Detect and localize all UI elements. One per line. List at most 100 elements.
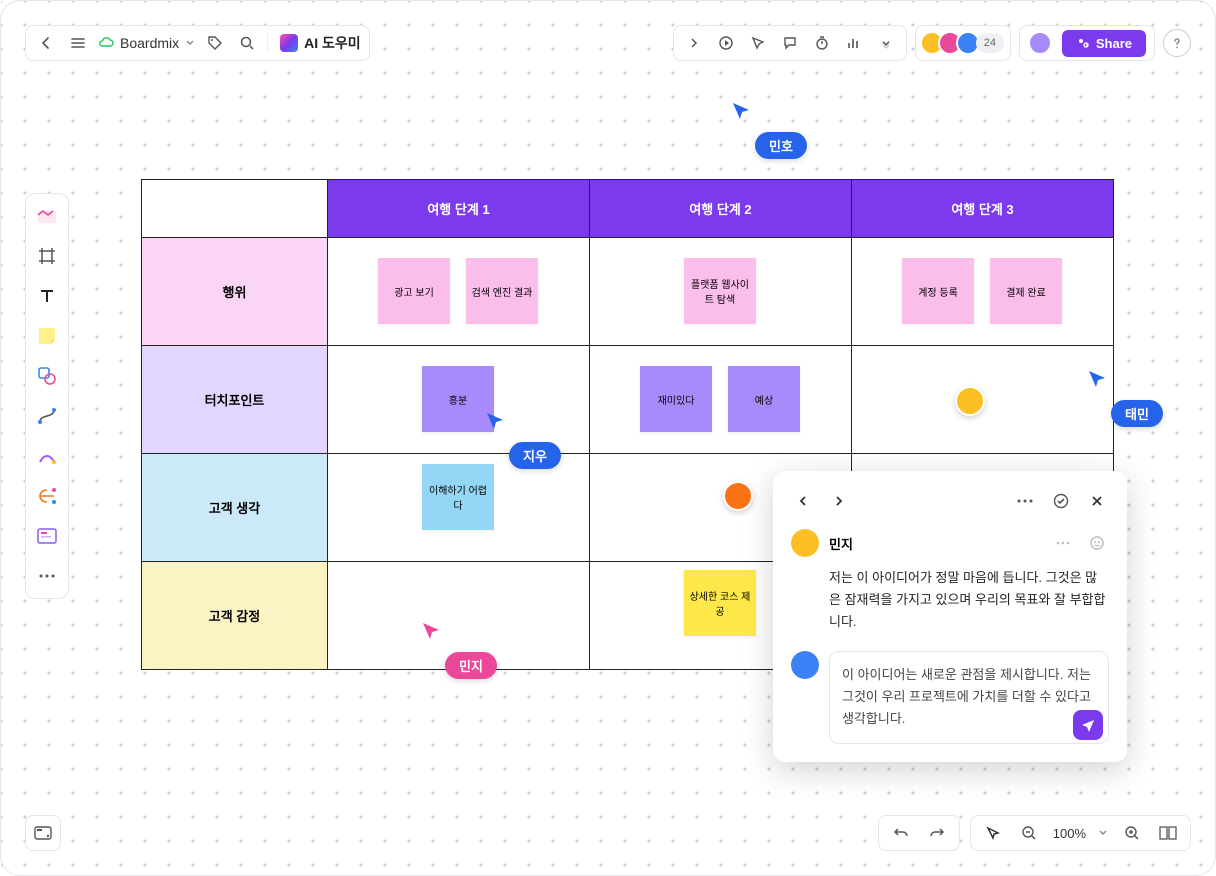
- connector-tool[interactable]: [33, 402, 61, 430]
- comment-prev-button[interactable]: [791, 489, 815, 513]
- sticky-note[interactable]: 플랫폼 웹사이트 탐색: [684, 258, 756, 324]
- reply-author-avatar: [791, 651, 819, 679]
- current-user-avatar[interactable]: [1028, 31, 1052, 55]
- pointer-mode-button[interactable]: [981, 821, 1005, 845]
- top-center-group: [673, 25, 907, 61]
- collaborator-avatar[interactable]: [955, 386, 985, 416]
- chart-button[interactable]: [842, 31, 866, 55]
- sticky-note[interactable]: 흥분: [422, 366, 494, 432]
- top-left-group: Boardmix AI 도우미: [25, 25, 370, 61]
- cursor-tool-button[interactable]: [746, 31, 770, 55]
- help-button[interactable]: [1163, 29, 1191, 57]
- expand-right-button[interactable]: [682, 31, 706, 55]
- search-button[interactable]: [235, 31, 259, 55]
- comment-header: [791, 489, 1109, 513]
- timer-button[interactable]: [810, 31, 834, 55]
- comment-item-more-button[interactable]: [1051, 531, 1075, 555]
- templates-tool[interactable]: [33, 202, 61, 230]
- cursor-label: 태민: [1111, 400, 1163, 427]
- brand-selector[interactable]: Boardmix: [98, 35, 195, 51]
- play-button[interactable]: [714, 31, 738, 55]
- more-tool[interactable]: [33, 562, 61, 590]
- sticky-note[interactable]: 재미있다: [640, 366, 712, 432]
- collaborator-cursor-jiwoo: 지우: [485, 411, 561, 469]
- comment-resolve-button[interactable]: [1049, 489, 1073, 513]
- comment-panel: 민지 저는 이 아이디어가 정말 마음에 듭니다. 그것은 많은 잠재력을 가지…: [773, 471, 1127, 762]
- sticky-note[interactable]: 광고 보기: [378, 258, 450, 324]
- comment-author-avatar: [791, 529, 819, 557]
- table-cell[interactable]: 계정 등록결제 완료: [852, 238, 1114, 346]
- collaborator-cursor-taemin: 태민: [1087, 369, 1163, 427]
- sticky-note[interactable]: 이해하기 어렵다: [422, 464, 494, 530]
- sticky-note[interactable]: 예상: [728, 366, 800, 432]
- cloud-icon: [98, 35, 114, 51]
- table-cell[interactable]: 플랫폼 웹사이트 탐색: [590, 238, 852, 346]
- column-header: 여행 단계 3: [852, 180, 1114, 238]
- column-header: 여행 단계 1: [328, 180, 590, 238]
- ai-logo-icon: [280, 34, 298, 52]
- tag-button[interactable]: [203, 31, 227, 55]
- sticky-note[interactable]: 결제 완료: [990, 258, 1062, 324]
- bottom-toolbar: 100%: [878, 815, 1191, 851]
- comment-send-button[interactable]: [1073, 710, 1103, 740]
- share-button[interactable]: Share: [1062, 30, 1146, 57]
- pen-tool[interactable]: [33, 442, 61, 470]
- comment-button[interactable]: [778, 31, 802, 55]
- collaborator-cursor-minho: 민호: [731, 101, 807, 159]
- frame-tool[interactable]: [33, 242, 61, 270]
- comment-next-button[interactable]: [827, 489, 851, 513]
- zoom-out-button[interactable]: [1017, 821, 1041, 845]
- comment-body-text: 저는 이 아이디어가 정말 마음에 듭니다. 그것은 많은 잠재력을 가지고 있…: [829, 567, 1109, 633]
- avatar-stack[interactable]: 24: [926, 31, 1004, 55]
- collaborator-cursor-minji: 민지: [421, 621, 497, 679]
- table-cell[interactable]: 재미있다예상: [590, 346, 852, 454]
- sticky-note[interactable]: 계정 등록: [902, 258, 974, 324]
- sticky-note[interactable]: 상세한 코스 제공: [684, 570, 756, 636]
- mindmap-tool[interactable]: [33, 482, 61, 510]
- minimap-button[interactable]: [1156, 821, 1180, 845]
- left-toolbar: [25, 193, 69, 599]
- table-corner-cell: [142, 180, 328, 238]
- row-header: 고객 감정: [142, 562, 328, 670]
- column-header: 여행 단계 2: [590, 180, 852, 238]
- undo-button[interactable]: [889, 821, 913, 845]
- top-toolbar: Boardmix AI 도우미 24: [25, 25, 1191, 61]
- ai-helper-button[interactable]: AI 도우미: [267, 33, 361, 53]
- brand-name: Boardmix: [120, 35, 179, 51]
- zoom-level[interactable]: 100%: [1053, 826, 1086, 841]
- share-group: Share: [1019, 25, 1155, 61]
- comment-close-button[interactable]: [1085, 489, 1109, 513]
- collaborators-group: 24: [915, 25, 1011, 61]
- table-cell[interactable]: 광고 보기검색 엔진 결과: [328, 238, 590, 346]
- chevron-down-icon: [1098, 828, 1108, 838]
- comment-reply-input[interactable]: 이 아이디어는 새로운 관점을 제시합니다. 저는 그것이 우리 프로젝트에 가…: [829, 651, 1109, 743]
- cursor-label: 민지: [445, 652, 497, 679]
- share-icon: [1076, 36, 1090, 50]
- more-tools-button[interactable]: [874, 31, 898, 55]
- back-button[interactable]: [34, 31, 58, 55]
- sticky-note[interactable]: 검색 엔진 결과: [466, 258, 538, 324]
- avatar-count-badge: 24: [976, 33, 1004, 53]
- cursor-label: 민호: [755, 132, 807, 159]
- zoom-in-button[interactable]: [1120, 821, 1144, 845]
- text-tool[interactable]: [33, 282, 61, 310]
- table-cell[interactable]: 이해하기 어렵다: [328, 454, 590, 562]
- share-label: Share: [1096, 36, 1132, 51]
- row-header: 고객 생각: [142, 454, 328, 562]
- comment-emoji-button[interactable]: [1085, 531, 1109, 555]
- bottom-left-panel-button[interactable]: [25, 815, 61, 851]
- card-tool[interactable]: [33, 522, 61, 550]
- sticky-note-tool[interactable]: [33, 322, 61, 350]
- collaborator-avatar[interactable]: [723, 481, 753, 511]
- shape-tool[interactable]: [33, 362, 61, 390]
- comment-reply-row: 이 아이디어는 새로운 관점을 제시합니다. 저는 그것이 우리 프로젝트에 가…: [791, 651, 1109, 743]
- comment-reply-text: 이 아이디어는 새로운 관점을 제시합니다. 저는 그것이 우리 프로젝트에 가…: [842, 667, 1091, 726]
- cursor-label: 지우: [509, 442, 561, 469]
- comment-author-name: 민지: [829, 534, 853, 553]
- row-header: 행위: [142, 238, 328, 346]
- comment-more-button[interactable]: [1013, 489, 1037, 513]
- zoom-group: 100%: [970, 815, 1191, 851]
- redo-button[interactable]: [925, 821, 949, 845]
- menu-button[interactable]: [66, 31, 90, 55]
- ai-helper-label: AI 도우미: [304, 33, 361, 53]
